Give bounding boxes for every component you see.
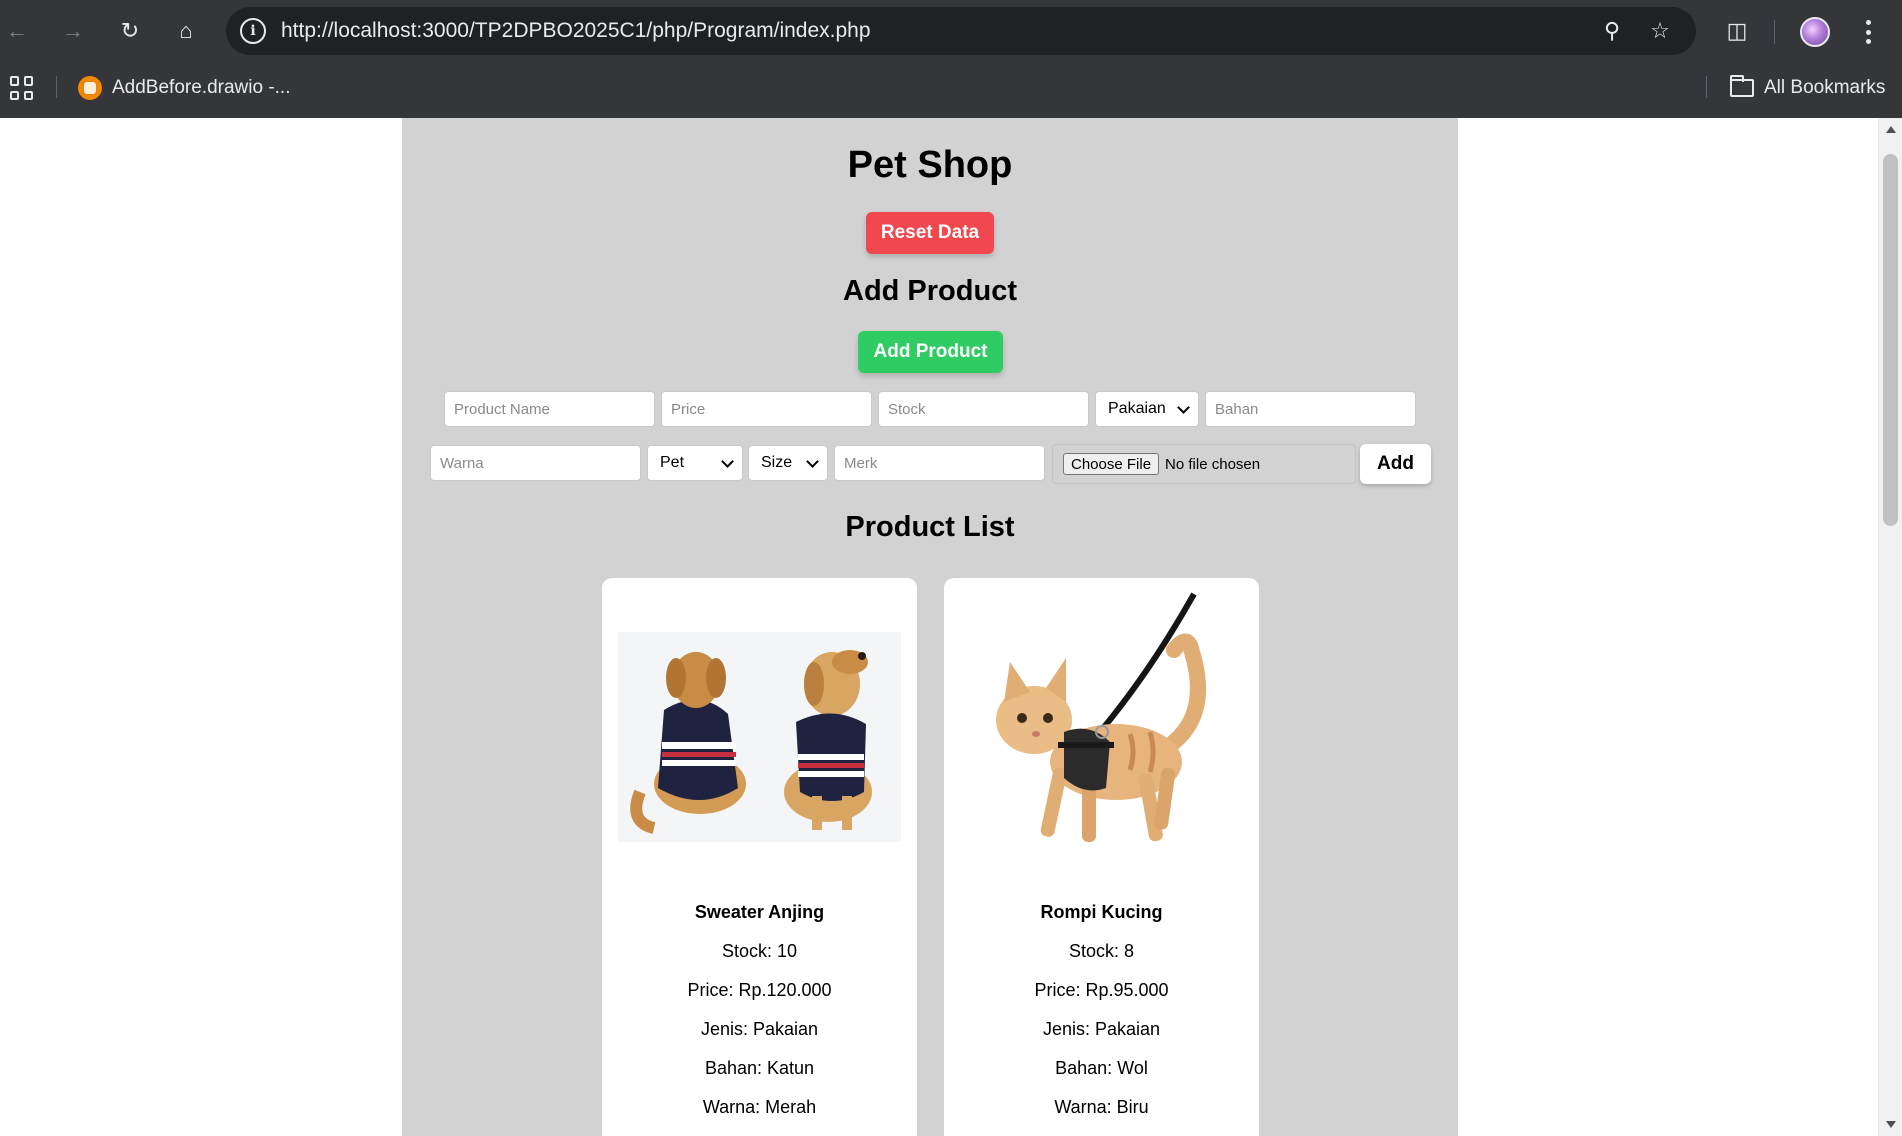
bahan-input[interactable] (1215, 400, 1415, 418)
add-button[interactable]: Add (1360, 444, 1431, 484)
product-bahan: Bahan: Wol (1055, 1058, 1148, 1078)
pet-shop-container: Pet Shop Reset Data Add Product Add Prod… (402, 118, 1458, 1136)
chevron-down-icon (721, 455, 734, 468)
scrollbar-thumb[interactable] (1883, 154, 1898, 526)
browser-toolbar: ← → ↻ ⌂ i http://localhost:3000/TP2DPBO2… (0, 0, 1902, 62)
add-product-button[interactable]: Add Product (858, 331, 1003, 373)
scroll-up-arrow-icon[interactable] (1886, 126, 1896, 133)
warna-field[interactable] (430, 445, 641, 481)
dog-sweater-image (618, 592, 901, 872)
drawio-icon (78, 76, 102, 100)
page-viewport: Pet Shop Reset Data Add Product Add Prod… (0, 118, 1878, 1136)
address-bar[interactable]: i http://localhost:3000/TP2DPBO2025C1/ph… (226, 7, 1696, 55)
product-warna: Warna: Merah (702, 1097, 817, 1117)
bookmarks-divider (56, 76, 57, 98)
bookmark-drawio[interactable]: AddBefore.drawio -... (78, 74, 290, 102)
scroll-down-arrow-icon[interactable] (1886, 1121, 1896, 1128)
product-name-input[interactable] (454, 400, 654, 418)
page-title: Pet Shop (847, 144, 1013, 186)
file-status: No file chosen (1165, 455, 1261, 473)
zoom-icon[interactable]: ⚲ (1598, 17, 1626, 45)
warna-input[interactable] (440, 454, 640, 472)
product-jenis: Jenis: Pakaian (700, 1019, 819, 1039)
merk-field[interactable] (834, 445, 1045, 481)
reset-data-button[interactable]: Reset Data (866, 212, 994, 254)
bookmarks-divider-right (1706, 76, 1707, 98)
product-stock: Stock: 10 (721, 941, 798, 961)
product-price: Price: Rp.120.000 (687, 980, 832, 1000)
product-card: Rompi Kucing Stock: 8 Price: Rp.95.000 J… (944, 578, 1259, 1136)
pet-select[interactable]: Pet (647, 445, 743, 481)
back-arrow-icon[interactable]: ← (0, 14, 34, 48)
site-info-icon[interactable]: i (240, 18, 266, 44)
cat-harness-image (960, 592, 1243, 872)
product-warna: Warna: Biru (1054, 1097, 1149, 1117)
forward-arrow-icon[interactable]: → (56, 14, 90, 48)
bookmarks-bar: AddBefore.drawio -... All Bookmarks (0, 62, 1902, 118)
all-bookmarks-label: All Bookmarks (1764, 77, 1886, 98)
toolbar-divider (1774, 20, 1775, 44)
all-bookmarks[interactable]: All Bookmarks (1730, 74, 1885, 102)
product-bahan: Bahan: Katun (704, 1058, 815, 1078)
page-scrollbar[interactable] (1878, 118, 1902, 1136)
bookmark-star-icon[interactable]: ☆ (1646, 17, 1674, 45)
merk-input[interactable] (844, 454, 1044, 472)
image-file-input[interactable]: Choose File No file chosen (1052, 444, 1356, 484)
apps-grid-icon[interactable] (10, 76, 34, 100)
home-icon[interactable]: ⌂ (169, 14, 203, 48)
product-stock: Stock: 8 (1068, 941, 1135, 961)
chevron-down-icon (1177, 401, 1190, 414)
size-select-value: Size (761, 454, 793, 471)
browser-chrome: ← → ↻ ⌂ i http://localhost:3000/TP2DPBO2… (0, 0, 1902, 118)
product-name-field[interactable] (444, 391, 655, 427)
stock-input[interactable] (888, 400, 1088, 418)
product-list-heading: Product List (845, 511, 1015, 543)
price-field[interactable] (661, 391, 872, 427)
product-price: Price: Rp.95.000 (1034, 980, 1169, 1000)
product-name: Rompi Kucing (1040, 902, 1163, 922)
pet-select-value: Pet (660, 454, 685, 471)
choose-file-button[interactable]: Choose File (1063, 453, 1160, 475)
product-jenis: Jenis: Pakaian (1042, 1019, 1161, 1039)
folder-icon (1730, 75, 1754, 97)
add-product-heading: Add Product (843, 275, 1017, 307)
profile-avatar[interactable] (1800, 17, 1830, 47)
stock-field[interactable] (878, 391, 1089, 427)
bahan-field[interactable] (1205, 391, 1416, 427)
address-url[interactable]: http://localhost:3000/TP2DPBO2025C1/php/… (281, 19, 871, 43)
price-input[interactable] (671, 400, 871, 418)
reload-icon[interactable]: ↻ (113, 14, 147, 48)
jenis-select-value: Pakaian (1108, 400, 1166, 417)
browser-menu-icon[interactable] (1858, 16, 1878, 48)
extensions-icon[interactable]: ◫ (1720, 14, 1754, 48)
size-select[interactable]: Size (748, 445, 828, 481)
bookmark-drawio-label: AddBefore.drawio -... (112, 77, 291, 98)
product-card: Sweater Anjing Stock: 10 Price: Rp.120.0… (602, 578, 917, 1136)
product-name: Sweater Anjing (694, 902, 825, 922)
jenis-select[interactable]: Pakaian (1095, 391, 1199, 427)
chevron-down-icon (806, 455, 819, 468)
